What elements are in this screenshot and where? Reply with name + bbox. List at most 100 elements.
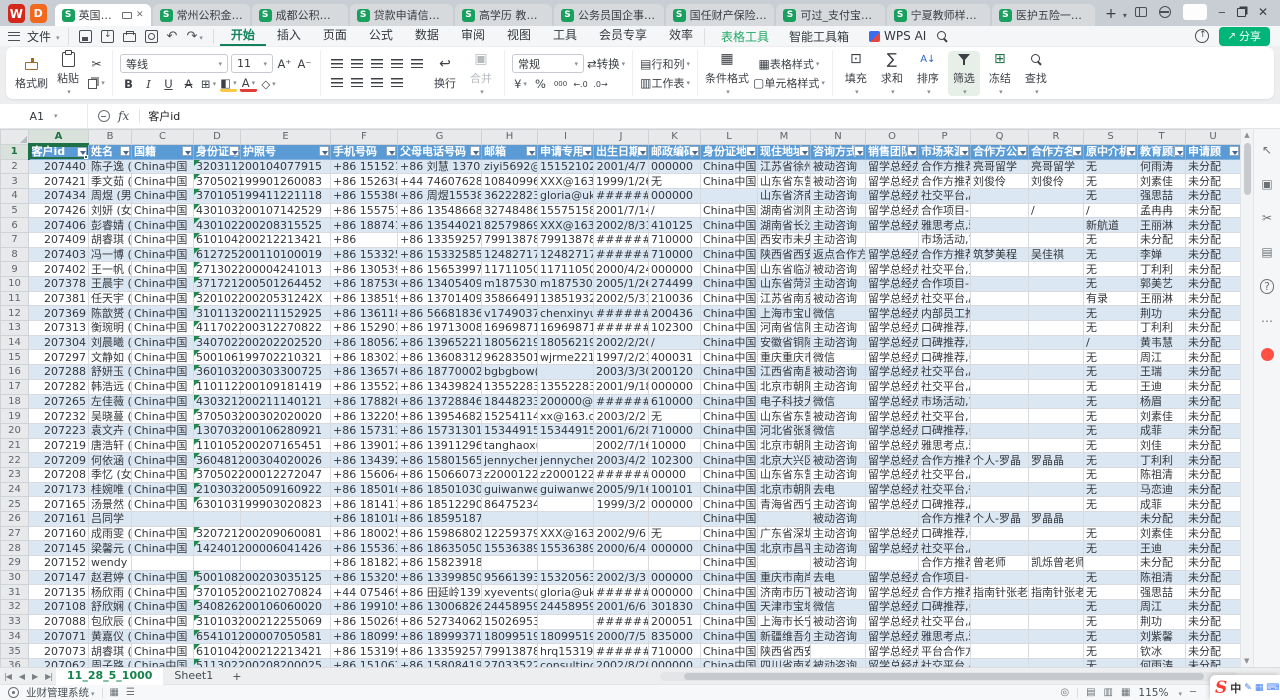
cell[interactable] — [1029, 658, 1084, 667]
cell[interactable]: 207421 — [29, 174, 89, 189]
cell[interactable] — [132, 512, 194, 527]
cell[interactable]: 207173 — [29, 482, 89, 497]
cell[interactable]: 610104200212213421 — [194, 644, 241, 659]
cell[interactable] — [482, 512, 538, 527]
cell[interactable]: 何依涵 (女 — [89, 453, 132, 468]
cell[interactable]: 未分配 — [1138, 232, 1186, 247]
cell[interactable]: 2002/9/6 — [594, 526, 649, 541]
minimize-button[interactable] — [1219, 5, 1225, 19]
cell[interactable]: 主动咨询 — [811, 526, 866, 541]
cell[interactable]: 西安市未央 — [758, 232, 811, 247]
first-sheet-icon[interactable]: |◀ — [0, 672, 15, 681]
cell[interactable]: 200120 — [649, 365, 701, 380]
promo-icon[interactable] — [1261, 348, 1274, 361]
cell[interactable]: China中国 — [132, 614, 194, 629]
filter-header-cell[interactable]: 原中介机 — [1084, 144, 1138, 159]
column-header-B[interactable]: B — [89, 130, 132, 145]
cell[interactable]: 2001/4/7 — [594, 159, 649, 174]
cell[interactable] — [538, 614, 594, 629]
cell[interactable]: China中国 — [132, 570, 194, 585]
cell[interactable]: 无 — [1084, 585, 1138, 600]
cell[interactable]: 无 — [1084, 277, 1138, 292]
row-number[interactable]: 17 — [1, 379, 29, 394]
cell[interactable]: 无 — [1084, 438, 1138, 453]
cell[interactable]: 207434 — [29, 188, 89, 203]
cell[interactable]: 207402 — [29, 262, 89, 277]
cell[interactable]: v17490376 — [482, 306, 538, 321]
cell[interactable]: 244589596 — [538, 600, 594, 615]
cell[interactable]: 2003/3/30 — [594, 365, 649, 380]
cell[interactable]: XXX@163. — [538, 174, 594, 189]
decrease-font-icon[interactable]: A⁻ — [296, 56, 313, 72]
cell[interactable]: 主动咨询 — [811, 321, 866, 336]
cell[interactable] — [1084, 556, 1138, 571]
cell[interactable]: 北京市昌平 — [758, 541, 811, 556]
cell-style-button[interactable]: ▢ 单元格样式 — [753, 75, 825, 91]
cell[interactable]: 成菲 — [1138, 423, 1186, 438]
cell[interactable]: 主动咨询 — [811, 629, 866, 644]
cell[interactable]: consultingx — [538, 658, 594, 667]
cell[interactable]: 无 — [1084, 482, 1138, 497]
cell[interactable] — [1029, 423, 1084, 438]
row-number[interactable]: 10 — [1, 277, 29, 292]
cell[interactable]: 310103200212255069 — [194, 614, 241, 629]
cell[interactable]: 青海省西宁 — [758, 497, 811, 512]
cell[interactable] — [971, 526, 1029, 541]
document-tab[interactable]: S英国留学生 — [55, 4, 151, 26]
record-icon[interactable] — [1060, 687, 1069, 698]
font-color-icon[interactable]: A — [240, 76, 257, 92]
cell[interactable]: 合作项目- — [919, 277, 971, 292]
cell[interactable]: 2002/5/31 — [594, 291, 649, 306]
row-number[interactable]: 19 — [1, 409, 29, 424]
cell[interactable]: China中国 — [132, 453, 194, 468]
cell[interactable]: 799138782 — [482, 644, 538, 659]
cell[interactable] — [594, 556, 649, 571]
justify-icon[interactable] — [388, 75, 405, 91]
cell[interactable]: 留学总经办 — [866, 585, 919, 600]
filter-dropdown-icon[interactable] — [386, 146, 396, 156]
cell[interactable]: 110112200109181419 — [194, 379, 241, 394]
align-center-icon[interactable] — [348, 75, 365, 91]
cell[interactable]: 郭美艺 — [1138, 277, 1186, 292]
cell[interactable]: 丁利利 — [1138, 262, 1186, 277]
cell[interactable] — [971, 262, 1029, 277]
cell[interactable]: 000000 — [649, 658, 701, 667]
cell[interactable]: 黄嘉仪 (女 — [89, 629, 132, 644]
cell[interactable]: 000000 — [649, 159, 701, 174]
cell[interactable]: China中国 — [701, 409, 758, 424]
cell[interactable]: 留学总经办 — [866, 350, 919, 365]
cell[interactable]: +86 13611860 — [331, 306, 398, 321]
cell[interactable]: 亮哥留学 — [1029, 159, 1084, 174]
filter-header-cell[interactable]: 销售团队 — [866, 144, 919, 159]
cell[interactable]: +86 15575158 — [331, 203, 398, 218]
increase-font-icon[interactable]: A⁺ — [276, 56, 293, 72]
cell[interactable]: +86 1391129694 — [398, 438, 482, 453]
cell[interactable] — [866, 232, 919, 247]
borders-icon[interactable]: ⊞ — [200, 76, 217, 92]
menu-item[interactable]: 工具 — [542, 26, 588, 46]
cell[interactable]: 上海市长宁 — [758, 614, 811, 629]
cell[interactable]: 湖南省长沙 — [758, 218, 811, 233]
column-header-M[interactable]: M — [758, 130, 811, 145]
filter-header-cell[interactable]: 出生日期 — [594, 144, 649, 159]
cell[interactable]: / — [1029, 203, 1084, 218]
font-size-select[interactable]: 11 — [231, 54, 273, 73]
cell[interactable]: 黄韦慧 — [1138, 335, 1186, 350]
cell[interactable]: xx@163.c — [538, 409, 594, 424]
cell[interactable]: 未分配 — [1186, 423, 1241, 438]
cell[interactable]: 主动咨询 — [811, 188, 866, 203]
cell[interactable]: z20001227 — [538, 467, 594, 482]
cell[interactable]: +86 1396522100 — [398, 335, 482, 350]
italic-icon[interactable]: I — [140, 76, 157, 92]
cell[interactable]: China中国 — [701, 512, 758, 527]
cell[interactable]: +86 1565399710 — [398, 262, 482, 277]
cell[interactable]: 被动咨询 — [811, 365, 866, 380]
cell[interactable]: China中国 — [701, 365, 758, 380]
cell[interactable]: +86 18141137 — [331, 497, 398, 512]
cell[interactable]: 济南市历下 — [758, 585, 811, 600]
row-number[interactable]: 35 — [1, 644, 29, 659]
cell[interactable]: +86 13657006 — [331, 365, 398, 380]
cell[interactable]: 2002/8/20 — [594, 658, 649, 667]
cell[interactable]: +86 15319918 — [331, 644, 398, 659]
cell[interactable] — [971, 629, 1029, 644]
